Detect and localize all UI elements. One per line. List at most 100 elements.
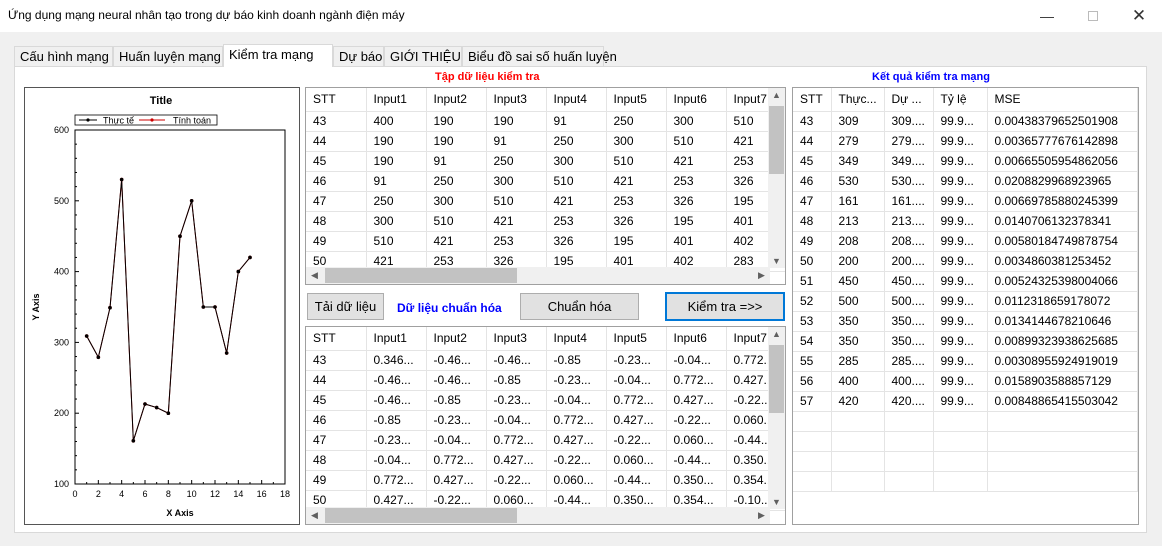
table-cell[interactable]: 99.9... [933,391,988,412]
table-row[interactable]: 47 -0.23... -0.04... 0.772... 0.427... -0.22.… [306,430,785,451]
table-row[interactable]: 55 285 285.... 99.9... 0.00308955924919019 [793,351,1138,372]
table-cell[interactable]: 0.00580184749878754 [987,231,1138,252]
table-cell[interactable]: 99.9... [933,371,988,392]
table-cell[interactable]: 0.772... [666,370,727,391]
table-cell[interactable]: 0.346... [366,350,427,371]
table-cell[interactable]: 48 [306,211,367,232]
table-row[interactable]: 43 0.346... -0.46... -0.46... -0.85 -0.23... -… [306,350,785,371]
table-cell[interactable]: 0.772... [366,470,427,491]
table-cell[interactable]: 161.... [884,191,934,212]
scroll-thumb[interactable] [325,508,517,523]
table-cell[interactable]: 421 [426,231,487,252]
table-cell[interactable]: 47 [306,191,367,212]
table-cell[interactable]: 200.... [884,251,934,272]
table-cell[interactable]: 53 [793,311,832,332]
table-cell[interactable]: 51 [793,271,832,292]
table-cell[interactable]: 510 [366,231,427,252]
table-cell[interactable]: 0.0112318659178072 [987,291,1138,312]
table-cell[interactable]: 45 [306,151,367,172]
table-cell[interactable]: 208.... [884,231,934,252]
table-cell[interactable]: 253 [606,191,667,212]
column-header[interactable]: Input2 [426,327,487,351]
table-cell[interactable]: 0.00365777676142898 [987,131,1138,152]
column-header[interactable]: Input1 [366,327,427,351]
table-row[interactable]: 45 -0.46... -0.85 -0.23... -0.04... 0.772... 0… [306,390,785,411]
table-cell[interactable]: 0.427... [666,390,727,411]
table-cell[interactable]: -0.85 [546,350,607,371]
table-cell[interactable]: 190 [366,131,427,152]
table-cell[interactable]: -0.04... [426,430,487,451]
load-data-button[interactable]: Tải dữ liệu [307,293,384,320]
table-cell[interactable]: 0.00438379652501908 [987,111,1138,132]
table-cell[interactable]: 400 [831,371,885,392]
table-cell[interactable]: 195 [666,211,727,232]
table-row[interactable]: 52 500 500.... 99.9... 0.0112318659178072 [793,291,1138,312]
table-cell[interactable]: 161 [831,191,885,212]
test-data-grid[interactable]: STT Input1 Input2 Input3 Input4 Input5 Input6 I… [305,87,786,285]
table-cell[interactable]: 48 [793,211,832,232]
table-cell[interactable]: 421 [486,211,547,232]
table-cell[interactable]: -0.04... [666,350,727,371]
table-cell[interactable]: 253 [666,171,727,192]
table-cell[interactable]: 99.9... [933,291,988,312]
table-cell[interactable]: 43 [306,350,367,371]
normalized-data-grid[interactable]: STT Input1 Input2 Input3 Input4 Input5 Input6 I… [305,326,786,525]
tab-training[interactable]: Huấn luyện mạng [113,46,223,66]
table-cell[interactable]: -0.46... [426,350,487,371]
table-cell[interactable]: -0.04... [546,390,607,411]
scroll-thumb[interactable] [325,268,517,283]
table-cell[interactable]: -0.04... [486,410,547,431]
column-header[interactable]: Tỷ lệ [933,88,988,112]
table-cell[interactable]: 0.427... [426,470,487,491]
table-cell[interactable]: 0.427... [486,450,547,471]
table-cell[interactable]: 50 [793,251,832,272]
table-cell[interactable]: 44 [306,370,367,391]
table-cell[interactable]: 300 [426,191,487,212]
column-header[interactable]: Thực... [831,88,885,112]
table-cell[interactable]: 0.00848865415503042 [987,391,1138,412]
table-cell[interactable]: 0.00899323938625685 [987,331,1138,352]
normalize-button[interactable]: Chuẩn hóa [520,293,639,320]
table-cell[interactable]: 309 [831,111,885,132]
table-cell[interactable]: 279.... [884,131,934,152]
table-row[interactable]: 51 450 450.... 99.9... 0.00524325398004066 [793,271,1138,292]
table-row[interactable]: 49 510 421 253 326 195 401 402 [306,231,785,252]
column-header[interactable]: Input4 [546,327,607,351]
maximize-button[interactable] [1070,0,1116,32]
table-cell[interactable]: 190 [426,111,487,132]
table-cell[interactable]: 279 [831,131,885,152]
table-row[interactable]: 45 190 91 250 300 510 421 253 [306,151,785,172]
table-cell[interactable]: 250 [546,131,607,152]
table-cell[interactable]: 350.... [884,331,934,352]
table-cell[interactable]: 99.9... [933,251,988,272]
table-cell[interactable]: 56 [793,371,832,392]
table-cell[interactable]: 45 [306,390,367,411]
table-cell[interactable]: 49 [793,231,832,252]
table-cell[interactable]: -0.46... [486,350,547,371]
table-cell[interactable]: -0.22... [606,430,667,451]
table-cell[interactable]: 309.... [884,111,934,132]
table-cell[interactable]: 0.060... [546,470,607,491]
table-cell[interactable]: 99.9... [933,271,988,292]
table-cell[interactable]: 208 [831,231,885,252]
table-row[interactable]: 48 300 510 421 253 326 195 401 [306,211,785,232]
table-cell[interactable]: 326 [666,191,727,212]
table-cell[interactable]: 0.00308955924919019 [987,351,1138,372]
scroll-thumb[interactable] [769,106,784,174]
table-cell[interactable]: 0.0134144678210646 [987,311,1138,332]
table-cell[interactable]: 200 [831,251,885,272]
table-cell[interactable]: 54 [793,331,832,352]
table-cell[interactable]: 0.00665505954862056 [987,151,1138,172]
table-cell[interactable]: 510 [666,131,727,152]
column-header[interactable]: Input4 [546,88,607,112]
table-cell[interactable]: 44 [793,131,832,152]
scroll-up-icon[interactable]: ▲ [768,329,785,339]
table-cell[interactable]: -0.22... [546,450,607,471]
column-header[interactable]: Input6 [666,88,727,112]
table-row[interactable]: 48 -0.04... 0.772... 0.427... -0.22... 0.060.… [306,450,785,471]
table-cell[interactable]: 350 [831,331,885,352]
table-cell[interactable]: 57 [793,391,832,412]
table-cell[interactable]: 99.9... [933,211,988,232]
table-cell[interactable]: -0.23... [606,350,667,371]
table-cell[interactable]: -0.23... [546,370,607,391]
